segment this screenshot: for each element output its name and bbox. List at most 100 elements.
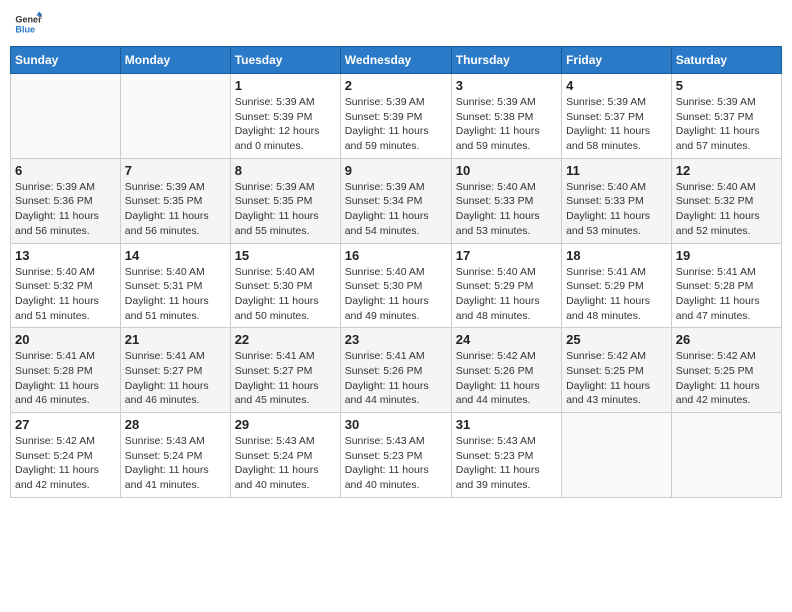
calendar-cell: 17 Sunrise: 5:40 AMSunset: 5:29 PMDayligh…: [451, 243, 561, 328]
day-number: 21: [125, 332, 226, 347]
calendar-cell: 30 Sunrise: 5:43 AMSunset: 5:23 PMDayligh…: [340, 413, 451, 498]
calendar-cell: [671, 413, 781, 498]
calendar-table: SundayMondayTuesdayWednesdayThursdayFrid…: [10, 46, 782, 498]
calendar-cell: 8 Sunrise: 5:39 AMSunset: 5:35 PMDaylight…: [230, 158, 340, 243]
calendar-cell: 10 Sunrise: 5:40 AMSunset: 5:33 PMDayligh…: [451, 158, 561, 243]
calendar-cell: 14 Sunrise: 5:40 AMSunset: 5:31 PMDayligh…: [120, 243, 230, 328]
calendar-body: 1 Sunrise: 5:39 AMSunset: 5:39 PMDaylight…: [11, 74, 782, 498]
day-info: Sunrise: 5:41 AMSunset: 5:26 PMDaylight:…: [345, 349, 447, 408]
day-info: Sunrise: 5:41 AMSunset: 5:28 PMDaylight:…: [15, 349, 116, 408]
day-info: Sunrise: 5:40 AMSunset: 5:33 PMDaylight:…: [456, 180, 557, 239]
weekday-header: Tuesday: [230, 47, 340, 74]
day-number: 12: [676, 163, 777, 178]
calendar-week-row: 20 Sunrise: 5:41 AMSunset: 5:28 PMDayligh…: [11, 328, 782, 413]
weekday-header: Wednesday: [340, 47, 451, 74]
day-number: 17: [456, 248, 557, 263]
logo: General Blue: [14, 10, 46, 38]
calendar-cell: 18 Sunrise: 5:41 AMSunset: 5:29 PMDayligh…: [562, 243, 672, 328]
day-number: 28: [125, 417, 226, 432]
logo-icon: General Blue: [14, 10, 42, 38]
day-number: 6: [15, 163, 116, 178]
calendar-week-row: 6Sunrise: 5:39 AMSunset: 5:36 PMDaylight…: [11, 158, 782, 243]
page-header: General Blue: [10, 10, 782, 38]
day-info: Sunrise: 5:43 AMSunset: 5:24 PMDaylight:…: [125, 434, 226, 493]
day-number: 2: [345, 78, 447, 93]
day-number: 13: [15, 248, 116, 263]
weekday-header: Friday: [562, 47, 672, 74]
day-info: Sunrise: 5:39 AMSunset: 5:37 PMDaylight:…: [566, 95, 667, 154]
day-info: Sunrise: 5:39 AMSunset: 5:39 PMDaylight:…: [345, 95, 447, 154]
day-number: 18: [566, 248, 667, 263]
day-info: Sunrise: 5:41 AMSunset: 5:27 PMDaylight:…: [125, 349, 226, 408]
calendar-week-row: 1 Sunrise: 5:39 AMSunset: 5:39 PMDaylight…: [11, 74, 782, 159]
calendar-cell: 12 Sunrise: 5:40 AMSunset: 5:32 PMDayligh…: [671, 158, 781, 243]
calendar-cell: 23Sunrise: 5:41 AMSunset: 5:26 PMDayligh…: [340, 328, 451, 413]
day-number: 24: [456, 332, 557, 347]
day-number: 25: [566, 332, 667, 347]
day-info: Sunrise: 5:42 AMSunset: 5:24 PMDaylight:…: [15, 434, 116, 493]
day-number: 30: [345, 417, 447, 432]
day-info: Sunrise: 5:40 AMSunset: 5:30 PMDaylight:…: [345, 265, 447, 324]
calendar-week-row: 13 Sunrise: 5:40 AMSunset: 5:32 PMDayligh…: [11, 243, 782, 328]
day-info: Sunrise: 5:39 AMSunset: 5:39 PMDaylight:…: [235, 95, 336, 154]
calendar-cell: 28 Sunrise: 5:43 AMSunset: 5:24 PMDayligh…: [120, 413, 230, 498]
weekday-header: Saturday: [671, 47, 781, 74]
day-number: 11: [566, 163, 667, 178]
calendar-cell: 6Sunrise: 5:39 AMSunset: 5:36 PMDaylight…: [11, 158, 121, 243]
day-number: 9: [345, 163, 447, 178]
calendar-cell: 20 Sunrise: 5:41 AMSunset: 5:28 PMDayligh…: [11, 328, 121, 413]
day-info: Sunrise: 5:39 AMSunset: 5:35 PMDaylight:…: [235, 180, 336, 239]
day-info: Sunrise: 5:42 AMSunset: 5:25 PMDaylight:…: [566, 349, 667, 408]
day-number: 14: [125, 248, 226, 263]
day-number: 4: [566, 78, 667, 93]
day-info: Sunrise: 5:42 AMSunset: 5:25 PMDaylight:…: [676, 349, 777, 408]
calendar-cell: 3 Sunrise: 5:39 AMSunset: 5:38 PMDaylight…: [451, 74, 561, 159]
day-number: 10: [456, 163, 557, 178]
day-number: 8: [235, 163, 336, 178]
calendar-cell: 2 Sunrise: 5:39 AMSunset: 5:39 PMDaylight…: [340, 74, 451, 159]
day-info: Sunrise: 5:39 AMSunset: 5:38 PMDaylight:…: [456, 95, 557, 154]
calendar-cell: 15Sunrise: 5:40 AMSunset: 5:30 PMDayligh…: [230, 243, 340, 328]
calendar-week-row: 27Sunrise: 5:42 AMSunset: 5:24 PMDayligh…: [11, 413, 782, 498]
day-info: Sunrise: 5:39 AMSunset: 5:35 PMDaylight:…: [125, 180, 226, 239]
weekday-header: Monday: [120, 47, 230, 74]
calendar-cell: 4 Sunrise: 5:39 AMSunset: 5:37 PMDaylight…: [562, 74, 672, 159]
day-number: 7: [125, 163, 226, 178]
calendar-cell: 27Sunrise: 5:42 AMSunset: 5:24 PMDayligh…: [11, 413, 121, 498]
day-number: 19: [676, 248, 777, 263]
day-info: Sunrise: 5:43 AMSunset: 5:23 PMDaylight:…: [345, 434, 447, 493]
calendar-header: SundayMondayTuesdayWednesdayThursdayFrid…: [11, 47, 782, 74]
day-info: Sunrise: 5:41 AMSunset: 5:28 PMDaylight:…: [676, 265, 777, 324]
day-number: 1: [235, 78, 336, 93]
svg-text:Blue: Blue: [15, 24, 35, 34]
day-info: Sunrise: 5:40 AMSunset: 5:33 PMDaylight:…: [566, 180, 667, 239]
day-number: 29: [235, 417, 336, 432]
calendar-cell: 16 Sunrise: 5:40 AMSunset: 5:30 PMDayligh…: [340, 243, 451, 328]
weekday-header: Sunday: [11, 47, 121, 74]
calendar-cell: 24Sunrise: 5:42 AMSunset: 5:26 PMDayligh…: [451, 328, 561, 413]
day-info: Sunrise: 5:43 AMSunset: 5:24 PMDaylight:…: [235, 434, 336, 493]
day-info: Sunrise: 5:40 AMSunset: 5:31 PMDaylight:…: [125, 265, 226, 324]
calendar-cell: 25 Sunrise: 5:42 AMSunset: 5:25 PMDayligh…: [562, 328, 672, 413]
calendar-cell: 26Sunrise: 5:42 AMSunset: 5:25 PMDayligh…: [671, 328, 781, 413]
calendar-cell: 21 Sunrise: 5:41 AMSunset: 5:27 PMDayligh…: [120, 328, 230, 413]
svg-text:General: General: [15, 15, 42, 25]
calendar-cell: 1 Sunrise: 5:39 AMSunset: 5:39 PMDaylight…: [230, 74, 340, 159]
day-info: Sunrise: 5:40 AMSunset: 5:29 PMDaylight:…: [456, 265, 557, 324]
day-info: Sunrise: 5:41 AMSunset: 5:29 PMDaylight:…: [566, 265, 667, 324]
day-number: 31: [456, 417, 557, 432]
calendar-cell: [120, 74, 230, 159]
calendar-cell: [562, 413, 672, 498]
day-number: 3: [456, 78, 557, 93]
day-number: 20: [15, 332, 116, 347]
day-number: 16: [345, 248, 447, 263]
day-number: 22: [235, 332, 336, 347]
calendar-cell: 9Sunrise: 5:39 AMSunset: 5:34 PMDaylight…: [340, 158, 451, 243]
day-info: Sunrise: 5:41 AMSunset: 5:27 PMDaylight:…: [235, 349, 336, 408]
day-info: Sunrise: 5:43 AMSunset: 5:23 PMDaylight:…: [456, 434, 557, 493]
day-info: Sunrise: 5:39 AMSunset: 5:37 PMDaylight:…: [676, 95, 777, 154]
day-info: Sunrise: 5:40 AMSunset: 5:32 PMDaylight:…: [15, 265, 116, 324]
calendar-cell: 19 Sunrise: 5:41 AMSunset: 5:28 PMDayligh…: [671, 243, 781, 328]
calendar-cell: 5Sunrise: 5:39 AMSunset: 5:37 PMDaylight…: [671, 74, 781, 159]
day-info: Sunrise: 5:40 AMSunset: 5:32 PMDaylight:…: [676, 180, 777, 239]
